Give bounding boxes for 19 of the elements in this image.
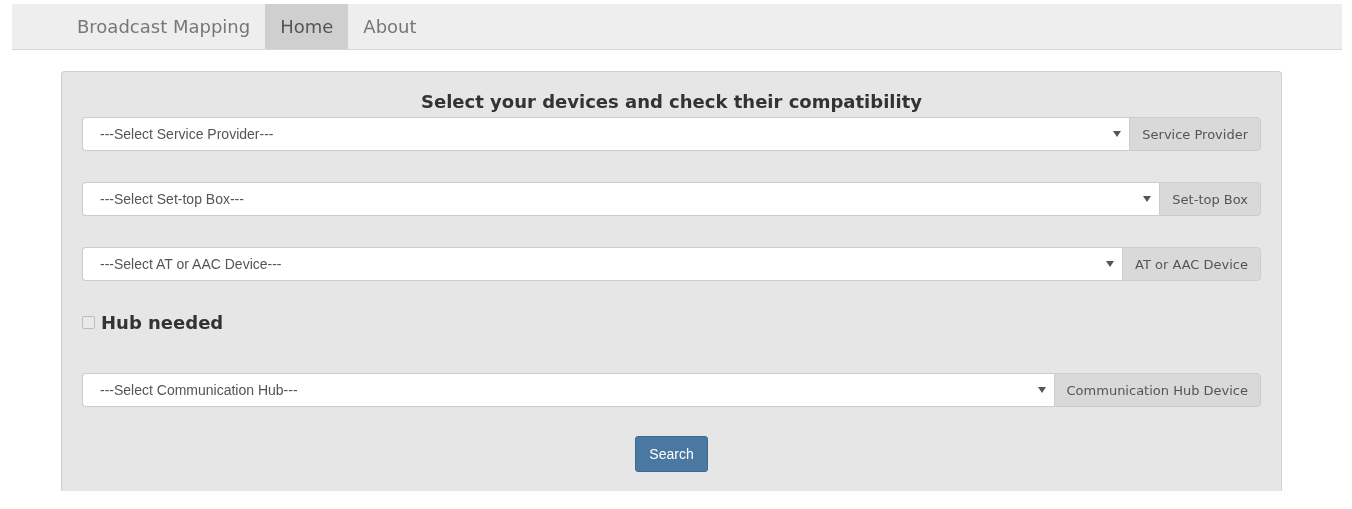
- caret-icon: [1143, 196, 1152, 202]
- dropdown-field[interactable]: ---Select Set-top Box---: [82, 182, 1160, 216]
- field-label: Set-top Box: [1159, 182, 1261, 216]
- field-label: Communication Hub Device: [1053, 373, 1261, 407]
- search-button[interactable]: Search: [635, 436, 708, 472]
- dropdown-field[interactable]: ---Select Communication Hub---: [82, 373, 1054, 407]
- dropdown-field[interactable]: ---Select Service Provider---: [82, 117, 1130, 151]
- brand-link[interactable]: Broadcast Mapping: [76, 4, 266, 49]
- checkbox-label: Hub needed: [101, 312, 224, 333]
- caret-icon: [1106, 261, 1114, 267]
- caret-icon: [1037, 387, 1046, 393]
- caret-icon: [1113, 131, 1122, 137]
- form-title: Select your devices and check their compatibility: [420, 91, 923, 113]
- nav-tab[interactable]: Home: [265, 4, 349, 49]
- dropdown-field[interactable]: ---Select AT or AAC Device---: [82, 247, 1122, 281]
- field-label: AT or AAC Device: [1122, 247, 1261, 281]
- field-label: Service Provider: [1129, 117, 1261, 151]
- nav-tab[interactable]: About: [348, 4, 432, 49]
- checkbox[interactable]: [82, 316, 95, 329]
